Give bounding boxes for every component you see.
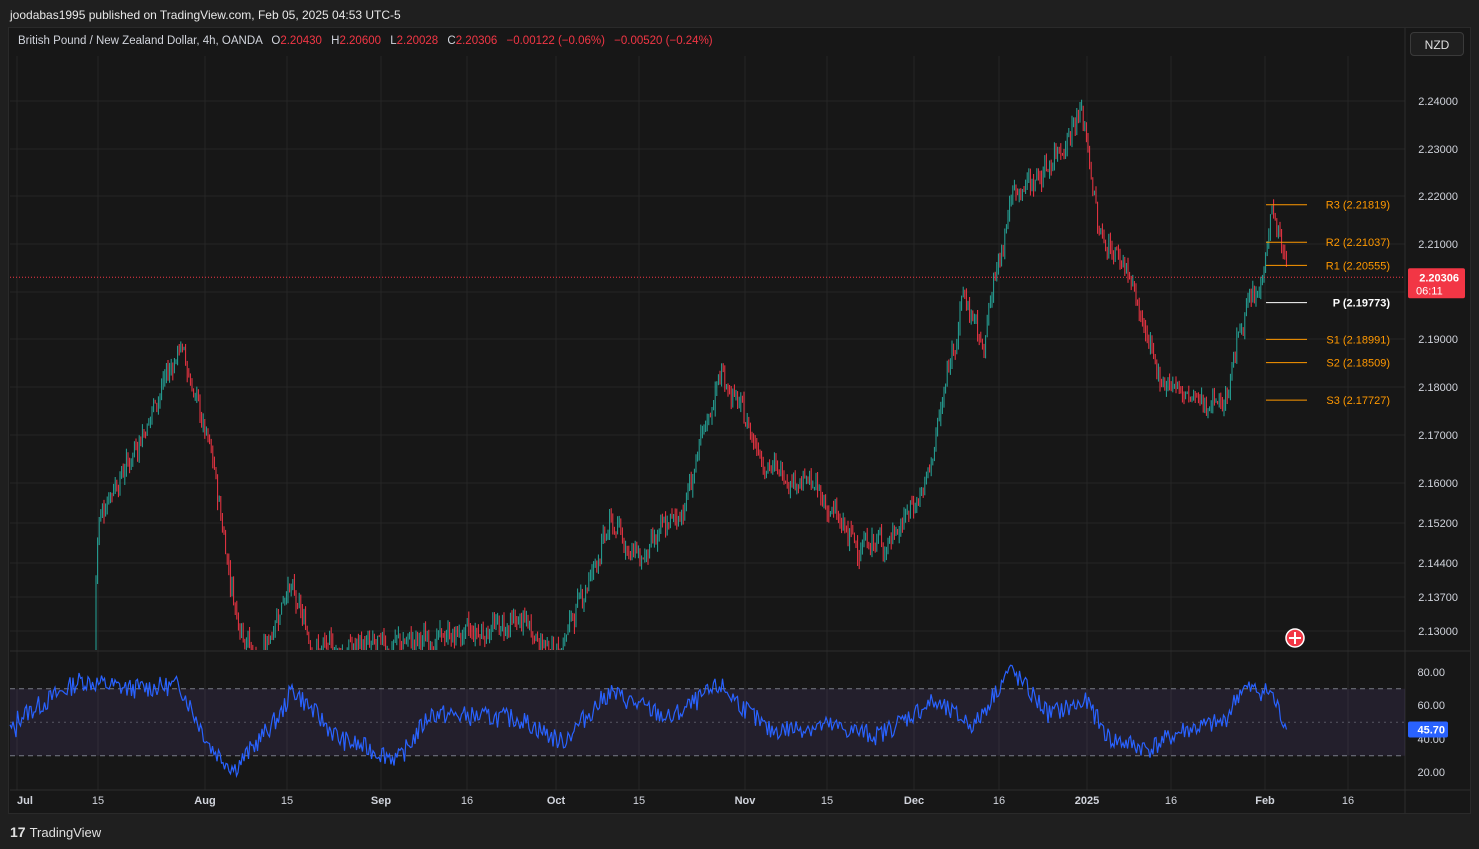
time-tick-label: Feb: [1255, 795, 1275, 807]
countdown-text: 06:11: [1416, 285, 1443, 297]
rsi-tick-label: 60.00: [1417, 700, 1445, 712]
pivot-label: S3 (2.17727): [1326, 395, 1390, 407]
pivot-label: R2 (2.21037): [1326, 237, 1390, 249]
time-tick-label: 15: [821, 795, 833, 807]
rsi-tick-label: 20.00: [1417, 767, 1445, 779]
pivot-label: R3 (2.21819): [1326, 200, 1390, 212]
rsi-value-text: 45.70: [1417, 724, 1445, 736]
time-tick-label: Sep: [371, 795, 391, 807]
time-tick-label: 16: [1165, 795, 1177, 807]
pivot-label: S2 (2.18509): [1326, 358, 1390, 370]
price-tick-label: 2.21000: [1418, 239, 1458, 251]
time-tick-label: 15: [633, 795, 645, 807]
footer: 17 TradingView: [0, 814, 1479, 849]
pivot-label: S1 (2.18991): [1326, 334, 1390, 346]
candles-group: [95, 99, 1287, 650]
time-tick-label: 16: [461, 795, 473, 807]
time-tick-label: 16: [1342, 795, 1354, 807]
tradingview-logo-text: TradingView: [29, 824, 102, 840]
time-tick-label: Nov: [735, 795, 757, 807]
pivot-label: R1 (2.20555): [1326, 260, 1390, 272]
time-tick-label: Oct: [547, 795, 566, 807]
price-tick-label: 2.23000: [1418, 144, 1458, 156]
tradingview-logo[interactable]: 17 TradingView: [10, 824, 101, 840]
tradingview-logo-icon: 17: [10, 824, 26, 840]
time-tick-label: 2025: [1075, 795, 1099, 807]
last-price-text: 2.20306: [1419, 272, 1459, 284]
price-tick-label: 2.13000: [1418, 626, 1458, 638]
time-tick-label: Aug: [194, 795, 215, 807]
time-tick-label: 15: [281, 795, 293, 807]
price-tick-label: 2.14400: [1418, 558, 1458, 570]
pivot-label: P (2.19773): [1333, 298, 1391, 310]
chart-svg[interactable]: R3 (2.21819) R2 (2.21037) R1 (2.20555) P (2…: [0, 0, 1479, 849]
time-tick-label: Dec: [904, 795, 924, 807]
price-tick-label: 2.16000: [1418, 478, 1458, 490]
price-tick-label: 2.15200: [1418, 518, 1458, 530]
price-tick-label: 2.19000: [1418, 334, 1458, 346]
price-tick-label: 2.17000: [1418, 430, 1458, 442]
price-tick-label: 2.24000: [1418, 96, 1458, 108]
price-tick-label: 2.22000: [1418, 191, 1458, 203]
time-tick-label: Jul: [17, 795, 33, 807]
time-tick-label: 16: [993, 795, 1005, 807]
price-tick-label: 2.18000: [1418, 382, 1458, 394]
rsi-tick-label: 80.00: [1417, 667, 1445, 679]
time-tick-label: 15: [92, 795, 104, 807]
price-tick-label: 2.13700: [1418, 592, 1458, 604]
